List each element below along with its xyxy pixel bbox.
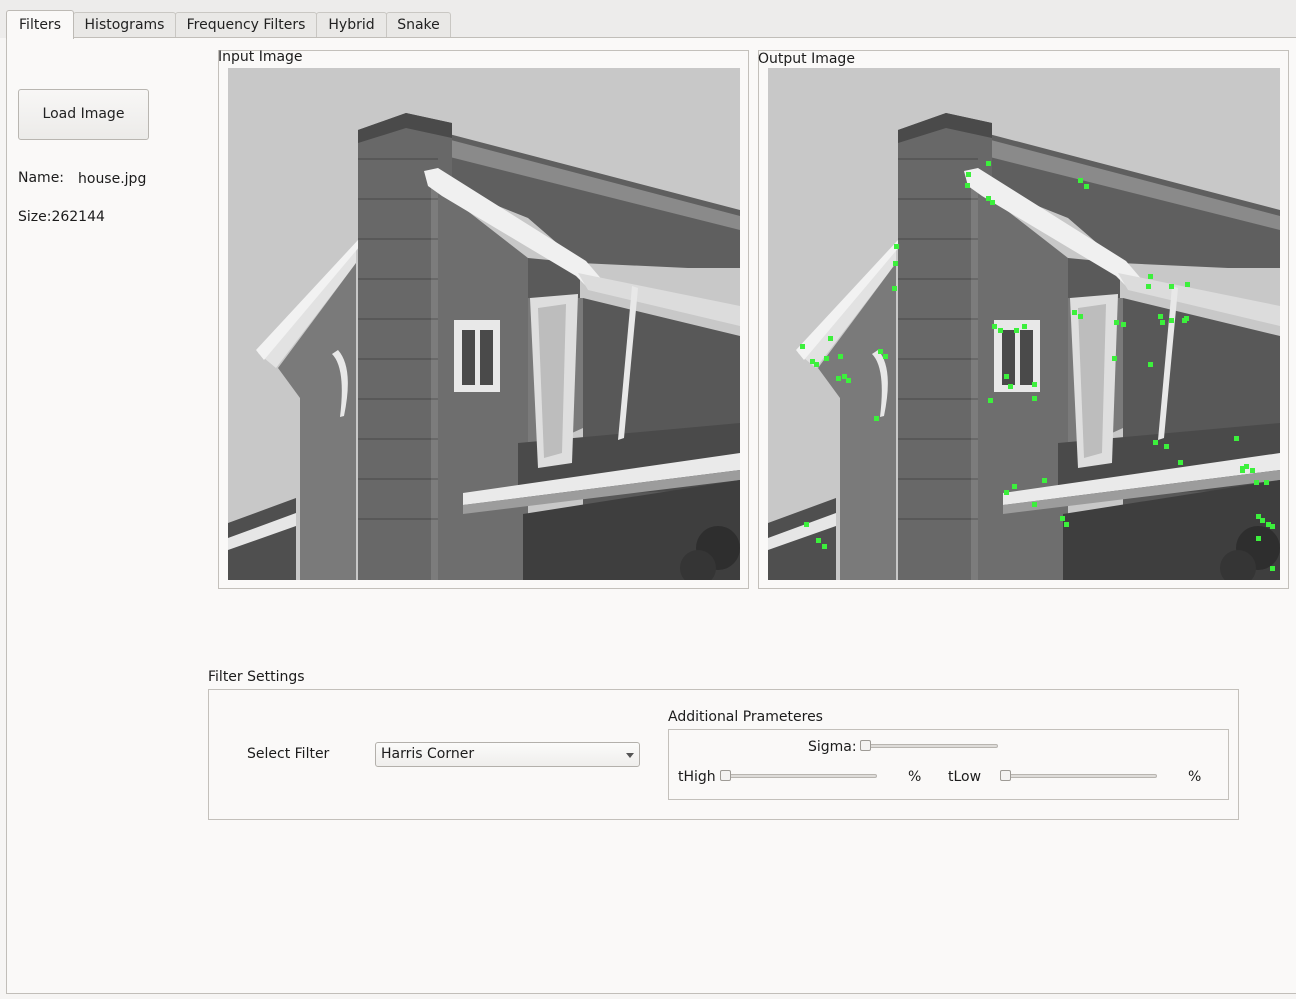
corner-marker	[1112, 356, 1117, 361]
corner-marker	[1270, 566, 1275, 571]
tab-filters[interactable]: Filters	[6, 10, 74, 39]
corner-marker	[1121, 322, 1126, 327]
corner-marker	[822, 544, 827, 549]
load-image-button[interactable]: Load Image	[18, 89, 149, 140]
corner-marker	[836, 376, 841, 381]
tab-snake[interactable]: Snake	[386, 12, 451, 37]
corner-marker	[883, 354, 888, 359]
corner-marker	[800, 344, 805, 349]
select-filter-label: Select Filter	[247, 746, 330, 762]
corner-marker	[986, 161, 991, 166]
tab-histograms[interactable]: Histograms	[73, 12, 176, 37]
corner-marker	[1169, 284, 1174, 289]
corner-marker	[1064, 522, 1069, 527]
corner-marker	[1240, 466, 1245, 471]
corner-marker	[1185, 282, 1190, 287]
tab-bar: Filters Histograms Frequency Filters Hyb…	[0, 0, 1296, 994]
output-image-title: Output Image	[758, 51, 855, 67]
corner-marker	[1032, 502, 1037, 507]
corner-marker	[1032, 382, 1037, 387]
corner-marker	[1260, 518, 1265, 523]
corner-marker	[828, 336, 833, 341]
thigh-slider-handle[interactable]	[720, 770, 731, 781]
sigma-slider[interactable]	[860, 744, 998, 748]
input-image-title: Input Image	[218, 49, 303, 65]
tlow-label: tLow	[948, 769, 982, 785]
thigh-label: tHigh	[678, 769, 716, 785]
tlow-slider[interactable]	[1000, 774, 1157, 778]
corner-marker	[988, 398, 993, 403]
corner-marker	[965, 183, 970, 188]
corner-marker	[816, 538, 821, 543]
corner-marker	[810, 359, 815, 364]
tlow-unit: %	[1188, 769, 1202, 785]
filter-select-value: Harris Corner	[381, 746, 475, 762]
additional-params-title: Additional Prameteres	[668, 709, 823, 725]
corner-marker	[1084, 184, 1089, 189]
corner-marker	[1254, 480, 1259, 485]
corner-marker	[1032, 396, 1037, 401]
additional-params-group	[668, 729, 1229, 800]
corner-marker	[838, 354, 843, 359]
corner-marker	[804, 522, 809, 527]
file-size-text: Size:262144	[18, 209, 105, 225]
corner-marker	[1184, 316, 1189, 321]
corner-marker	[998, 328, 1003, 333]
corner-marker	[1270, 524, 1275, 529]
thigh-unit: %	[908, 769, 922, 785]
corner-marker	[1234, 436, 1239, 441]
corner-marker	[1114, 320, 1119, 325]
corner-marker	[1146, 284, 1151, 289]
name-label: Name:	[18, 170, 65, 186]
corner-marker	[1178, 460, 1183, 465]
chevron-down-icon	[626, 753, 634, 758]
corner-marker	[1072, 310, 1077, 315]
tlow-slider-handle[interactable]	[1000, 770, 1011, 781]
corner-marker	[892, 286, 897, 291]
corner-marker	[966, 172, 971, 177]
corner-marker	[992, 324, 997, 329]
corner-marker	[1264, 480, 1269, 485]
corner-marker	[1078, 178, 1083, 183]
corner-marker	[1169, 318, 1174, 323]
filter-select[interactable]: Harris Corner	[375, 742, 640, 767]
corner-marker	[824, 356, 829, 361]
corner-marker	[846, 378, 851, 383]
corner-marker	[1153, 440, 1158, 445]
corner-marker	[1012, 484, 1017, 489]
output-image	[768, 68, 1280, 580]
input-image	[228, 68, 740, 580]
sigma-label: Sigma:	[808, 739, 857, 755]
corner-marker	[1250, 468, 1255, 473]
corner-marker	[1160, 320, 1165, 325]
corner-marker	[1158, 314, 1163, 319]
corner-marker	[1008, 384, 1013, 389]
corner-marker	[990, 200, 995, 205]
corner-marker	[878, 349, 883, 354]
corner-marker	[1004, 490, 1009, 495]
corner-marker	[1078, 314, 1083, 319]
corner-marker	[1004, 374, 1009, 379]
sigma-slider-handle[interactable]	[860, 740, 871, 751]
thigh-slider[interactable]	[720, 774, 877, 778]
corner-marker	[1014, 328, 1019, 333]
corner-marker	[1060, 516, 1065, 521]
tab-hybrid[interactable]: Hybrid	[316, 12, 387, 37]
corner-marker	[1256, 536, 1261, 541]
corner-marker	[1148, 362, 1153, 367]
corner-marker	[874, 416, 879, 421]
corner-marker	[894, 244, 899, 249]
filter-settings-title: Filter Settings	[208, 669, 305, 685]
corner-marker	[1164, 444, 1169, 449]
corner-marker	[893, 261, 898, 266]
corner-marker	[1148, 274, 1153, 279]
corner-marker	[1042, 478, 1047, 483]
tab-frequency-filters[interactable]: Frequency Filters	[175, 12, 317, 37]
corner-marker	[1022, 324, 1027, 329]
file-name-value: house.jpg	[78, 171, 147, 187]
